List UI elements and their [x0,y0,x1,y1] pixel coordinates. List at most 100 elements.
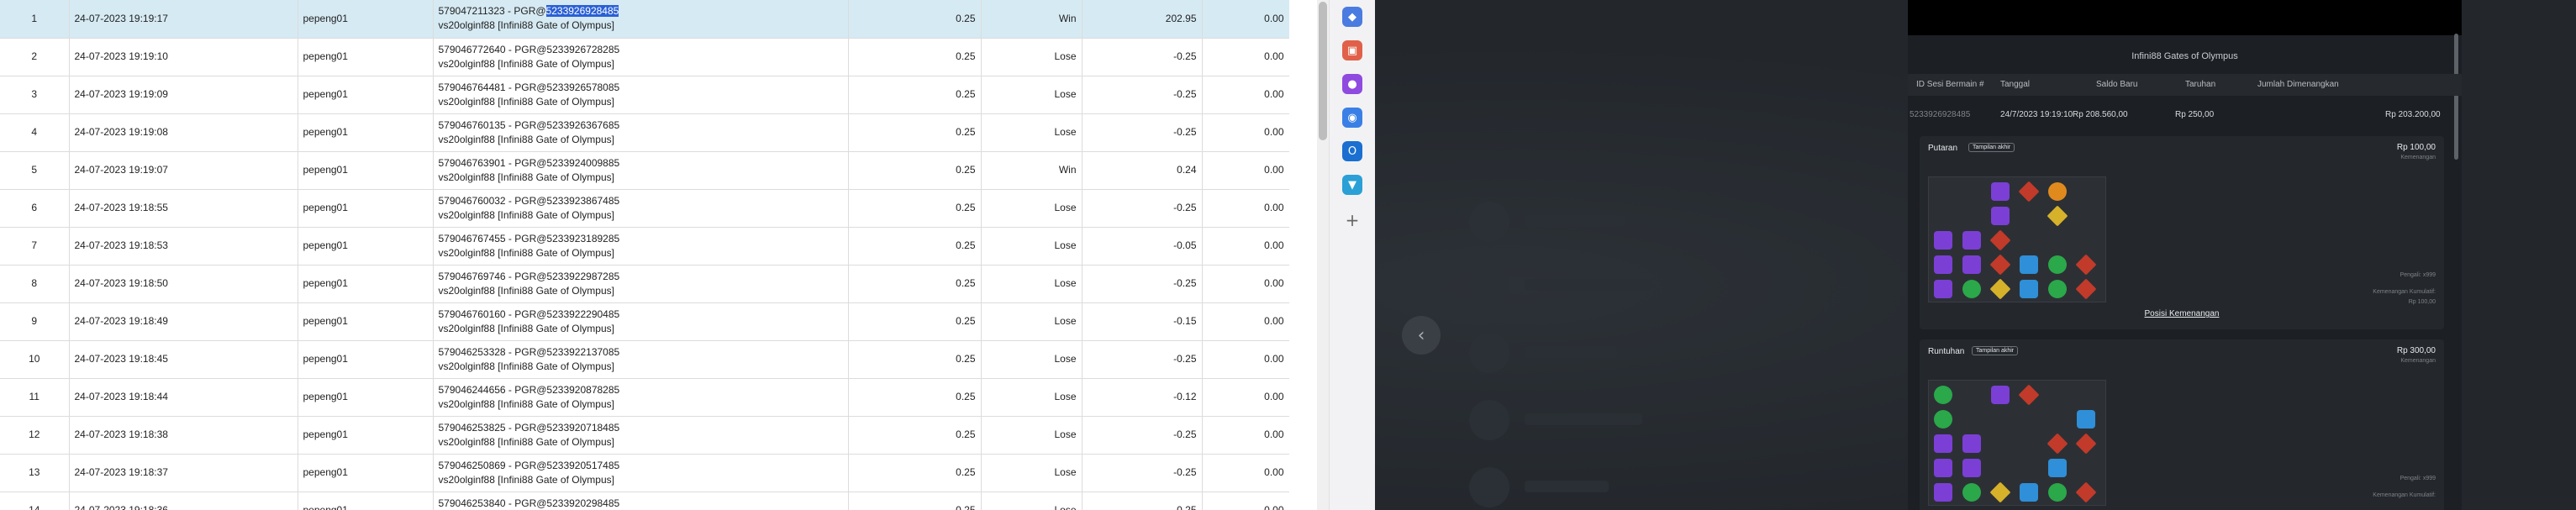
desc-game: vs20olginf88 [Infini88 Gate of Olympus] [438,322,614,334]
modal-header-bar [1908,0,2462,35]
gem-symbol-icon [2048,459,2067,477]
row-username: pepeng01 [298,38,434,76]
row-result: Lose [981,76,1083,114]
row-username: pepeng01 [298,416,434,455]
gem-symbol-icon [1962,434,1981,453]
row-balance: 0.00 [1202,38,1289,76]
row-username: pepeng01 [298,0,434,39]
table-row[interactable]: 5 24-07-2023 19:19:07 pepeng01 579046763901… [0,151,1289,190]
multiplier-text: Pengali: x999 [2400,272,2436,278]
gem-symbol-icon [2048,280,2067,298]
row-date: 24-07-2023 19:19:17 [69,0,298,39]
desc-id: 579046253328 - PGR@5233922137085 [438,345,620,358]
desc-id: 579046244656 - PGR@5233920878285 [438,383,620,396]
gem-symbol-icon [1934,231,1952,250]
cumulative-label: Kemenangan Kumulatif: [2373,289,2436,295]
table-scrollbar[interactable] [1317,0,1329,510]
row-number: 14 [0,492,70,510]
row-username: pepeng01 [298,151,434,190]
row-bet: 0.25 [848,76,982,114]
row-description: 579046763901 - PGR@5233924009885 vs20olgi… [433,151,849,190]
gem-symbol-icon [1991,386,2010,404]
row-bet: 0.25 [848,416,982,455]
desc-game: vs20olginf88 [Infini88 Gate of Olympus] [438,284,614,297]
table-row[interactable]: 2 24-07-2023 19:19:10 pepeng01 579046772640… [0,38,1289,76]
row-balance: 0.00 [1202,454,1289,492]
add-icon[interactable]: + [1342,210,1362,230]
row-bet: 0.25 [848,265,982,303]
row-amount: -0.25 [1082,416,1203,455]
desc-game: vs20olginf88 [Infini88 Gate of Olympus] [438,473,614,486]
row-balance: 0.00 [1202,76,1289,114]
table-row[interactable]: 9 24-07-2023 19:18:49 pepeng01 579046760160… [0,302,1289,341]
people-icon[interactable]: ● [1342,74,1362,94]
gem-symbol-icon [1934,255,1952,274]
row-date: 24-07-2023 19:19:08 [69,113,298,152]
row-description: 579046250869 - PGR@5233920517485 vs20olgi… [433,454,849,492]
gem-symbol-icon [2075,433,2097,455]
row-description: 579046244656 - PGR@5233920878285 vs20olgi… [433,378,849,417]
desc-id: 579046253825 - PGR@5233920718485 [438,421,620,434]
modal-title: Infini88 Gates of Olympus [2131,51,2238,61]
row-balance: 0.00 [1202,302,1289,341]
background-avatar [1469,266,1509,306]
table-row[interactable]: 4 24-07-2023 19:19:08 pepeng01 579046760135… [0,113,1289,152]
row-date: 24-07-2023 19:18:37 [69,454,298,492]
messenger-icon[interactable]: ◉ [1342,108,1362,128]
scrollbar-thumb[interactable] [1319,2,1327,140]
background-avatar [1469,202,1509,242]
table-row[interactable]: 10 24-07-2023 19:18:45 pepeng01 57904625332… [0,340,1289,379]
session-table-row: 5233926928485 24/7/2023 19:19:10 Rp 208.… [1908,104,2462,126]
table-row[interactable]: 3 24-07-2023 19:19:09 pepeng01 579046764481… [0,76,1289,114]
table-row[interactable]: 7 24-07-2023 19:18:53 pepeng01 579046767455… [0,227,1289,266]
gem-symbol-icon [2047,433,2068,455]
cart-icon[interactable]: ▼ [1342,175,1362,195]
table-row[interactable]: 14 24-07-2023 19:18:36 pepeng01 57904625384… [0,492,1289,510]
row-username: pepeng01 [298,113,434,152]
background-text [1525,346,1617,358]
row-date: 24-07-2023 19:18:53 [69,227,298,266]
row-username: pepeng01 [298,227,434,266]
table-row[interactable]: 6 24-07-2023 19:18:55 pepeng01 579046760032… [0,189,1289,228]
session-id: 5233926928485 [1910,110,1971,119]
row-bet: 0.25 [848,151,982,190]
row-date: 24-07-2023 19:18:45 [69,340,298,379]
gem-symbol-icon [1962,483,1981,502]
header-date: Tanggal [2000,80,2031,89]
row-result: Lose [981,189,1083,228]
toolbox-icon[interactable]: ▣ [1342,40,1362,60]
desc-id: 579047211323 - PGR@ [438,5,546,18]
previous-button[interactable]: ‹ [1402,316,1441,355]
table-row[interactable]: 1 24-07-2023 19:19:17 pepeng01 579047211323… [0,0,1289,39]
gem-symbol-icon [1934,280,1952,298]
chevron-left-icon: ‹ [1417,324,1425,346]
row-result: Lose [981,38,1083,76]
row-bet: 0.25 [848,189,982,228]
table-row[interactable]: 8 24-07-2023 19:18:50 pepeng01 579046769746… [0,265,1289,303]
transaction-table-area: 1 24-07-2023 19:19:17 pepeng01 579047211323… [0,0,1289,510]
row-description: 579046253825 - PGR@5233920718485 vs20olgi… [433,416,849,455]
row-balance: 0.00 [1202,113,1289,152]
table-row[interactable]: 12 24-07-2023 19:18:38 pepeng01 57904625382… [0,416,1289,455]
session-win: Rp 203.200,00 [2385,110,2441,119]
gem-symbol-icon [1962,280,1981,298]
gem-symbol-icon [2077,410,2095,429]
desc-game: vs20olginf88 [Infini88 Gate of Olympus] [438,95,614,108]
row-result: Lose [981,302,1083,341]
row-username: pepeng01 [298,378,434,417]
row-amount: -0.05 [1082,227,1203,266]
row-description: 579046760032 - PGR@5233923867485 vs20olgi… [433,189,849,228]
table-row[interactable]: 11 24-07-2023 19:18:44 pepeng01 57904624465… [0,378,1289,417]
winning-positions-link[interactable]: Posisi Kemenangan [1920,309,2444,318]
outlook-icon[interactable]: O [1342,141,1362,161]
row-username: pepeng01 [298,492,434,510]
tag-icon[interactable]: ◆ [1342,7,1362,27]
row-number: 11 [0,378,70,417]
row-amount: -0.25 [1082,76,1203,114]
row-description: 579046764481 - PGR@5233926578085 vs20olgi… [433,76,849,114]
table-row[interactable]: 13 24-07-2023 19:18:37 pepeng01 57904625086… [0,454,1289,492]
game-round-modal: Infini88 Gates of Olympus ID Sesi Bermai… [1908,0,2462,510]
row-description: 579046253328 - PGR@5233922137085 vs20olgi… [433,340,849,379]
header-balance: Saldo Baru [2096,80,2138,89]
tumble-win-amount: Rp 300,00 [2396,346,2436,355]
